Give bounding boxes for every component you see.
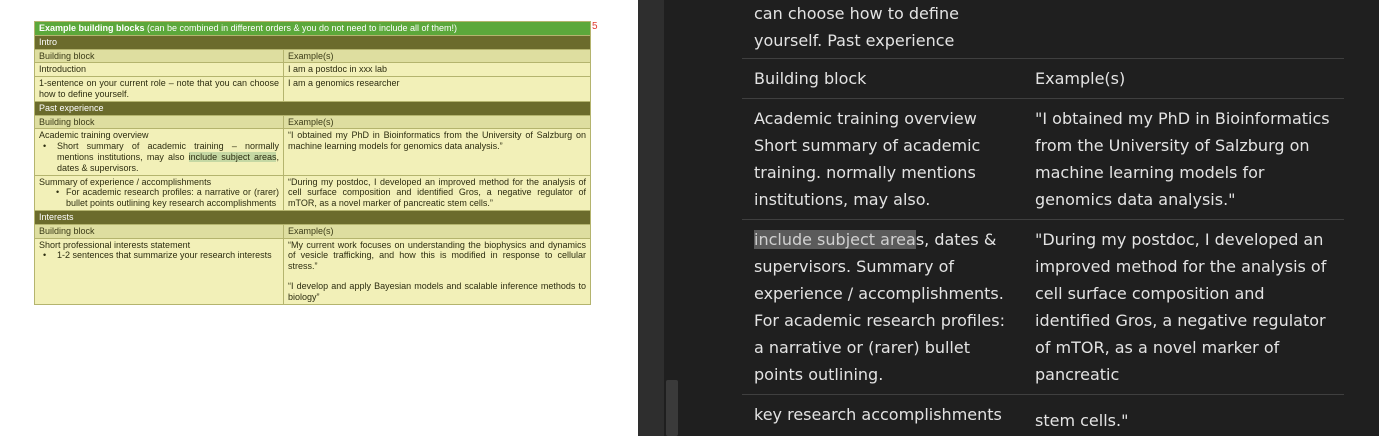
- example-cell: “I obtained my PhD in Bioinformatics fro…: [283, 128, 591, 176]
- table-row: 1-sentence on your current role – note t…: [34, 76, 591, 102]
- reader-table-row: key research accomplishments stem cells.…: [742, 394, 1344, 436]
- highlighted-text[interactable]: include subject areas: [188, 151, 277, 162]
- block-cell: Summary of experience / accomplishments …: [34, 174, 284, 211]
- column-header-examples: Example(s): [283, 223, 591, 239]
- selected-text[interactable]: include subject area: [754, 230, 916, 249]
- scrollbar[interactable]: [664, 0, 680, 436]
- example-cell: I am a postdoc in xxx lab: [283, 62, 591, 78]
- bullet-item: • 1-2 sentences that summarize your resea…: [39, 250, 279, 261]
- section-row-past-experience: Past experience: [34, 100, 591, 116]
- page-number: 5: [592, 21, 598, 32]
- section-title-intro: Intro: [34, 34, 591, 50]
- section-title-interests: Interests: [34, 209, 591, 225]
- example-cell: “My current work focuses on understandin…: [283, 237, 591, 305]
- column-header-row: Building block Example(s): [34, 48, 591, 64]
- section-row-interests: Interests: [34, 209, 591, 225]
- pane-divider: [638, 0, 664, 436]
- reader-block-text: s, dates & supervisors. Summary of exper…: [754, 230, 1005, 384]
- banner-title: Example building blocks: [39, 23, 145, 33]
- reader-content: can choose how to define yourself. Past …: [742, 0, 1344, 436]
- block-cell: Short professional interests statement •…: [34, 237, 284, 305]
- section-row-intro: Intro: [34, 34, 591, 50]
- bullet-text: 1-2 sentences that summarize your resear…: [57, 250, 272, 261]
- reader-example-cell: stem cells.": [1035, 411, 1129, 430]
- table-row: Summary of experience / accomplishments …: [34, 174, 591, 211]
- bullet-item: • For academic research profiles: a narra…: [39, 187, 279, 209]
- column-header-examples: Example(s): [283, 48, 591, 64]
- table-banner: Example building blocks (can be combined…: [34, 21, 591, 36]
- reader-header-building-block: Building block: [754, 69, 867, 88]
- reader-lead-line: can choose how to define: [754, 4, 959, 23]
- reader-header-examples: Example(s): [1035, 69, 1126, 88]
- bullet-text: For academic research profiles: a narrat…: [66, 187, 279, 209]
- reader-lead-line: yourself. Past experience: [754, 31, 955, 50]
- column-header-building-block: Building block: [34, 48, 284, 64]
- block-title: Short professional interests statement: [39, 239, 191, 250]
- table-row: Academic training overview • Short summar…: [34, 128, 591, 176]
- building-blocks-table: Example building blocks (can be combined…: [34, 21, 591, 305]
- bullet-icon: •: [56, 187, 60, 198]
- document-page: Example building blocks (can be combined…: [0, 0, 638, 436]
- reader-table-row: Academic training overview Short summary…: [742, 98, 1344, 219]
- scrollbar-thumb[interactable]: [666, 380, 678, 436]
- reader-block-cell: include subject areas, dates & superviso…: [742, 220, 1023, 394]
- table-banner-row: Example building blocks (can be combined…: [34, 21, 591, 36]
- bullet-item: • Short summary of academic training – no…: [39, 141, 279, 173]
- banner-note: (can be combined in different orders & y…: [144, 23, 458, 33]
- example-text: “My current work focuses on understandin…: [288, 239, 586, 272]
- block-cell: 1-sentence on your current role – note t…: [34, 76, 284, 102]
- reader-example-cell: "I obtained my PhD in Bioinformatics fro…: [1035, 109, 1330, 209]
- block-title: Summary of experience / accomplishments: [39, 176, 212, 187]
- table-row: Short professional interests statement •…: [34, 237, 591, 305]
- column-header-building-block: Building block: [34, 223, 284, 239]
- section-title-past-experience: Past experience: [34, 100, 591, 116]
- block-cell: Introduction: [34, 62, 284, 78]
- column-header-row: Building block Example(s): [34, 223, 591, 239]
- bullet-icon: •: [43, 250, 47, 261]
- example-cell: “During my postdoc, I developed an impro…: [283, 174, 591, 211]
- reader-example-cell: "During my postdoc, I developed an impro…: [1035, 230, 1327, 384]
- reader-header-row: Building block Example(s): [742, 58, 1344, 98]
- block-title: Academic training overview: [39, 130, 149, 141]
- column-header-building-block: Building block: [34, 114, 284, 130]
- reader-pane[interactable]: can choose how to define yourself. Past …: [664, 0, 1379, 436]
- reader-table-row: include subject areas, dates & superviso…: [742, 219, 1344, 394]
- table-row: Introduction I am a postdoc in xxx lab: [34, 62, 591, 78]
- column-header-examples: Example(s): [283, 114, 591, 130]
- example-cell: I am a genomics researcher: [283, 76, 591, 102]
- reader-block-cell: key research accomplishments: [754, 405, 1002, 424]
- reader-lead-text: can choose how to define yourself. Past …: [742, 0, 1344, 58]
- column-header-row: Building block Example(s): [34, 114, 591, 130]
- block-cell: Academic training overview • Short summar…: [34, 128, 284, 176]
- bullet-icon: •: [43, 141, 47, 152]
- reader-block-cell: Academic training overview Short summary…: [754, 109, 981, 209]
- example-text: “I develop and apply Bayesian models and…: [288, 280, 586, 302]
